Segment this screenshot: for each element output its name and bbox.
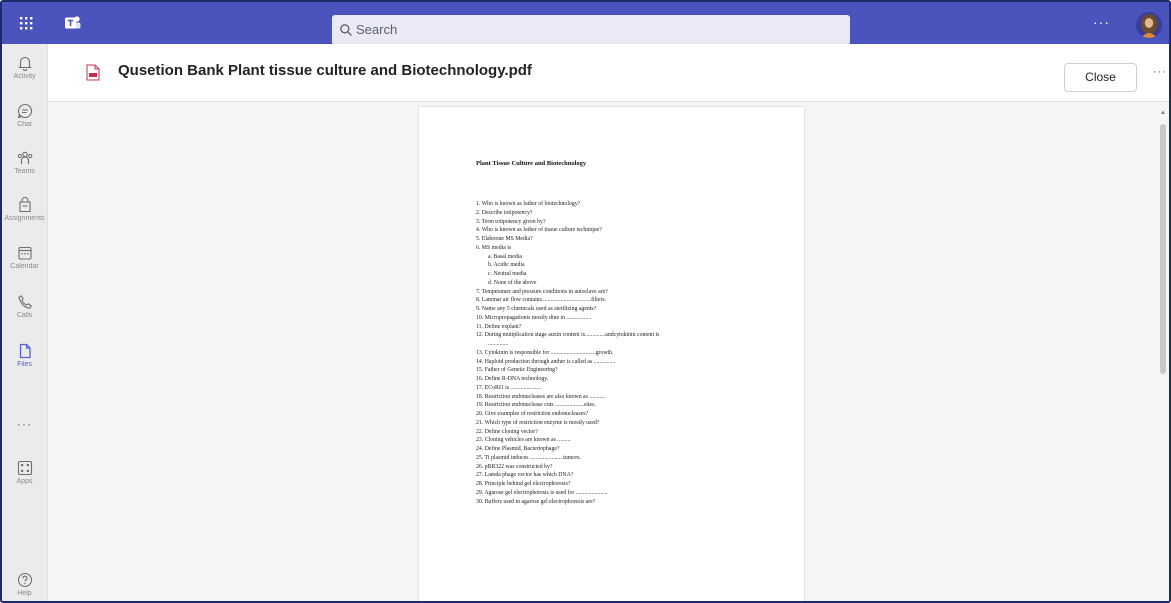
pdf-page: Plant Tissue Culture and Biotechnology 1… bbox=[419, 107, 804, 601]
document-title: Plant Tissue Culture and Biotechnology bbox=[476, 160, 587, 167]
question-line: 1. Who is known as father of biotechnolo… bbox=[476, 201, 581, 207]
phone-icon bbox=[17, 295, 32, 309]
top-bar: Search ··· bbox=[2, 2, 1169, 45]
rail-label: Assignments bbox=[4, 215, 45, 222]
question-line: 27. Lamda phage vector has which DNA? bbox=[476, 472, 574, 479]
question-line: 21. Which type of restriction enzyme is … bbox=[476, 419, 600, 426]
pdf-viewer[interactable]: Plant Tissue Culture and Biotechnology 1… bbox=[48, 102, 1169, 601]
question-line: 28. Principle behind gel electrophoresis… bbox=[476, 481, 571, 487]
question-line: 11. Define explant? bbox=[476, 323, 522, 330]
rail-item-apps[interactable]: Apps bbox=[2, 455, 47, 499]
question-line: 9. Name any 5 chemicals used as steriliz… bbox=[476, 306, 597, 312]
rail-item-chat[interactable]: Chat bbox=[2, 98, 47, 142]
rail-label: Teams bbox=[14, 168, 35, 175]
rail-item-calls[interactable]: Calls bbox=[2, 289, 47, 333]
rail-item-teams[interactable]: Teams bbox=[2, 145, 47, 189]
app-window: Search ··· Activity Chat Teams Assignmen… bbox=[0, 0, 1171, 603]
teams-icon bbox=[17, 151, 32, 164]
option-line: c. Neutral media bbox=[488, 271, 527, 277]
question-line: 22. Define cloning vector? bbox=[476, 428, 538, 435]
rail-label: Apps bbox=[16, 478, 33, 485]
search-input[interactable]: Search bbox=[332, 15, 850, 45]
question-line: 15. Father of Genetic Engineering? bbox=[476, 367, 558, 374]
more-options-button[interactable]: ··· bbox=[1153, 66, 1167, 78]
vertical-scrollbar[interactable]: ▲ bbox=[1160, 110, 1166, 601]
calendar-icon bbox=[17, 246, 32, 260]
pdf-file-icon bbox=[86, 64, 100, 81]
question-line: 2. Describe totipotency? bbox=[476, 209, 533, 216]
option-line: b. Acidic media bbox=[488, 262, 525, 269]
question-line: 29. Agarose gel electrophoresis is used … bbox=[476, 489, 608, 496]
option-line: a. Basal media bbox=[488, 253, 522, 260]
question-continuation: .............. bbox=[488, 341, 509, 347]
question-list: 1. Who is known as father of biotechnolo… bbox=[476, 200, 796, 506]
rail-item-files[interactable]: Files bbox=[2, 338, 47, 382]
scroll-up-arrow-icon[interactable]: ▲ bbox=[1160, 110, 1166, 116]
question-line: 7. Temperature and pressure conditions i… bbox=[476, 288, 608, 295]
search-icon bbox=[340, 24, 352, 36]
app-launcher-icon[interactable] bbox=[16, 13, 36, 33]
question-line: 6. MS media is bbox=[476, 244, 512, 251]
avatar[interactable] bbox=[1136, 12, 1162, 38]
rail-label: Files bbox=[17, 361, 32, 368]
rail-item-assignments[interactable]: Assignments bbox=[2, 192, 47, 236]
option-line: d. None of the above bbox=[488, 279, 537, 286]
rail-label: Help bbox=[17, 590, 32, 597]
question-line: 16. Define R-DNA technology. bbox=[476, 376, 549, 382]
question-line: 20. Give examples of restriction endonuc… bbox=[476, 411, 589, 417]
app-bar: Activity Chat Teams Assignments Calendar… bbox=[2, 44, 48, 601]
question-line: 14. Haploid production through anther is… bbox=[476, 358, 616, 365]
question-line: 3. Term totipotency given by? bbox=[476, 218, 546, 225]
scrollbar-thumb[interactable] bbox=[1160, 124, 1166, 374]
bell-icon bbox=[17, 56, 32, 71]
question-line: 18. Restriction endonucleases are also k… bbox=[476, 393, 606, 400]
settings-more-button[interactable]: ··· bbox=[1093, 14, 1110, 30]
question-line: 10. Micropropagationis mostly dine in ..… bbox=[476, 314, 592, 321]
file-title: Qusetion Bank Plant tissue culture and B… bbox=[118, 62, 532, 79]
question-line: 30. Buffers used in agarose gel electrop… bbox=[476, 498, 596, 505]
question-line: 12. During mutiplication stage auxin con… bbox=[476, 332, 660, 339]
rail-item-activity[interactable]: Activity bbox=[2, 50, 47, 94]
teams-logo-icon bbox=[63, 13, 83, 33]
question-line: 4. Who is known as father of tissue cult… bbox=[476, 227, 602, 234]
rail-label: Calendar bbox=[10, 263, 39, 270]
file-header: Qusetion Bank Plant tissue culture and B… bbox=[48, 44, 1169, 102]
file-icon bbox=[19, 343, 31, 359]
assignments-icon bbox=[18, 197, 31, 213]
close-button[interactable]: Close bbox=[1064, 63, 1137, 92]
question-line: 24. Define Plasmid, Bacteriophage? bbox=[476, 446, 560, 452]
rail-label: Calls bbox=[16, 312, 33, 319]
question-line: 26. pBR322 was constructed by? bbox=[476, 463, 553, 470]
question-line: 17. ECoRI1 is ..................... bbox=[476, 384, 541, 391]
question-line: 25. Ti plasmid induces .................… bbox=[476, 454, 581, 461]
rail-item-calendar[interactable]: Calendar bbox=[2, 240, 47, 284]
rail-item-help[interactable]: Help bbox=[2, 567, 47, 601]
more-apps-button[interactable]: ··· bbox=[2, 417, 47, 431]
question-line: 5. Elaborate MS Media? bbox=[476, 236, 533, 242]
question-line: 19. Restriction endonuclease cuts ......… bbox=[476, 402, 596, 409]
question-line: 23. Cloning vehicles are known as ......… bbox=[476, 437, 571, 444]
apps-icon bbox=[17, 460, 32, 476]
rail-label: Chat bbox=[17, 121, 32, 128]
question-line: 8. Laminar air flow contains............… bbox=[476, 297, 607, 304]
rail-label: Activity bbox=[13, 73, 36, 80]
chat-icon bbox=[17, 103, 32, 119]
question-line: 13. Cytokinin is responsible for .......… bbox=[476, 349, 614, 356]
search-placeholder: Search bbox=[356, 22, 398, 37]
help-icon bbox=[17, 572, 32, 588]
